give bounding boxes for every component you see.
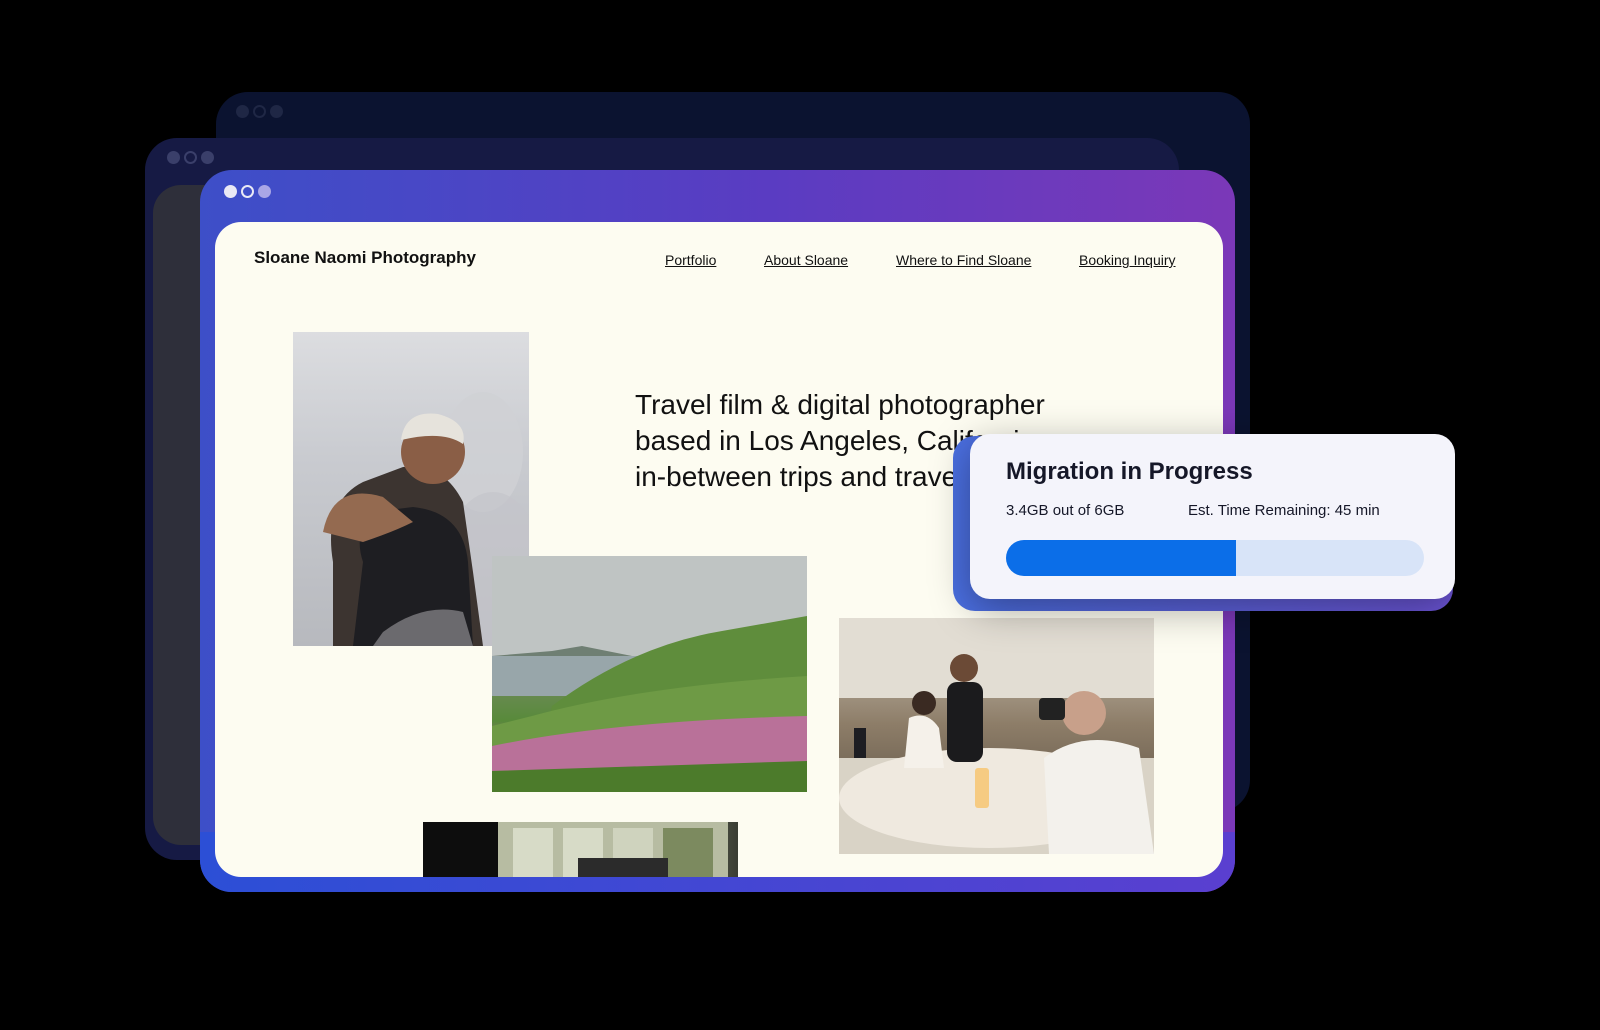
- window-dot-icon: [236, 105, 249, 118]
- wildflower-coast-photo[interactable]: [492, 556, 807, 792]
- window-dot-icon: [270, 105, 283, 118]
- nav-where-to-find-sloane[interactable]: Where to Find Sloane: [896, 252, 1031, 268]
- window-interior-art: [498, 822, 728, 877]
- window-minimize-dot-icon[interactable]: [241, 185, 254, 198]
- window-dot-icon: [201, 151, 214, 164]
- migration-progress-card: Migration in Progress 3.4GB out of 6GB E…: [970, 434, 1455, 599]
- window-controls: [224, 185, 271, 198]
- window-dot-icon: [167, 151, 180, 164]
- nav-booking-inquiry[interactable]: Booking Inquiry: [1079, 252, 1176, 268]
- migration-title: Migration in Progress: [1006, 458, 1253, 485]
- window-controls: [236, 105, 283, 118]
- window-controls: [167, 151, 214, 164]
- window-close-dot-icon[interactable]: [224, 185, 237, 198]
- migration-progress-fill: [1006, 540, 1236, 576]
- migration-progress-bar: [1006, 540, 1424, 576]
- wedding-photo[interactable]: [839, 618, 1154, 854]
- window-dot-icon: [184, 151, 197, 164]
- wildflower-coast-art: [492, 556, 807, 792]
- nav-portfolio[interactable]: Portfolio: [665, 252, 716, 268]
- window-dot-icon: [253, 105, 266, 118]
- migration-transferred: 3.4GB out of 6GB: [1006, 502, 1125, 519]
- nav-about-sloane[interactable]: About Sloane: [764, 252, 848, 268]
- site-brand[interactable]: Sloane Naomi Photography: [254, 248, 476, 268]
- hero-line: Travel film & digital photographer: [635, 389, 1045, 420]
- window-maximize-dot-icon[interactable]: [258, 185, 271, 198]
- wedding-photo-art: [839, 618, 1154, 854]
- window-interior-photo[interactable]: [423, 822, 738, 877]
- migration-time-remaining: Est. Time Remaining: 45 min: [1188, 502, 1380, 519]
